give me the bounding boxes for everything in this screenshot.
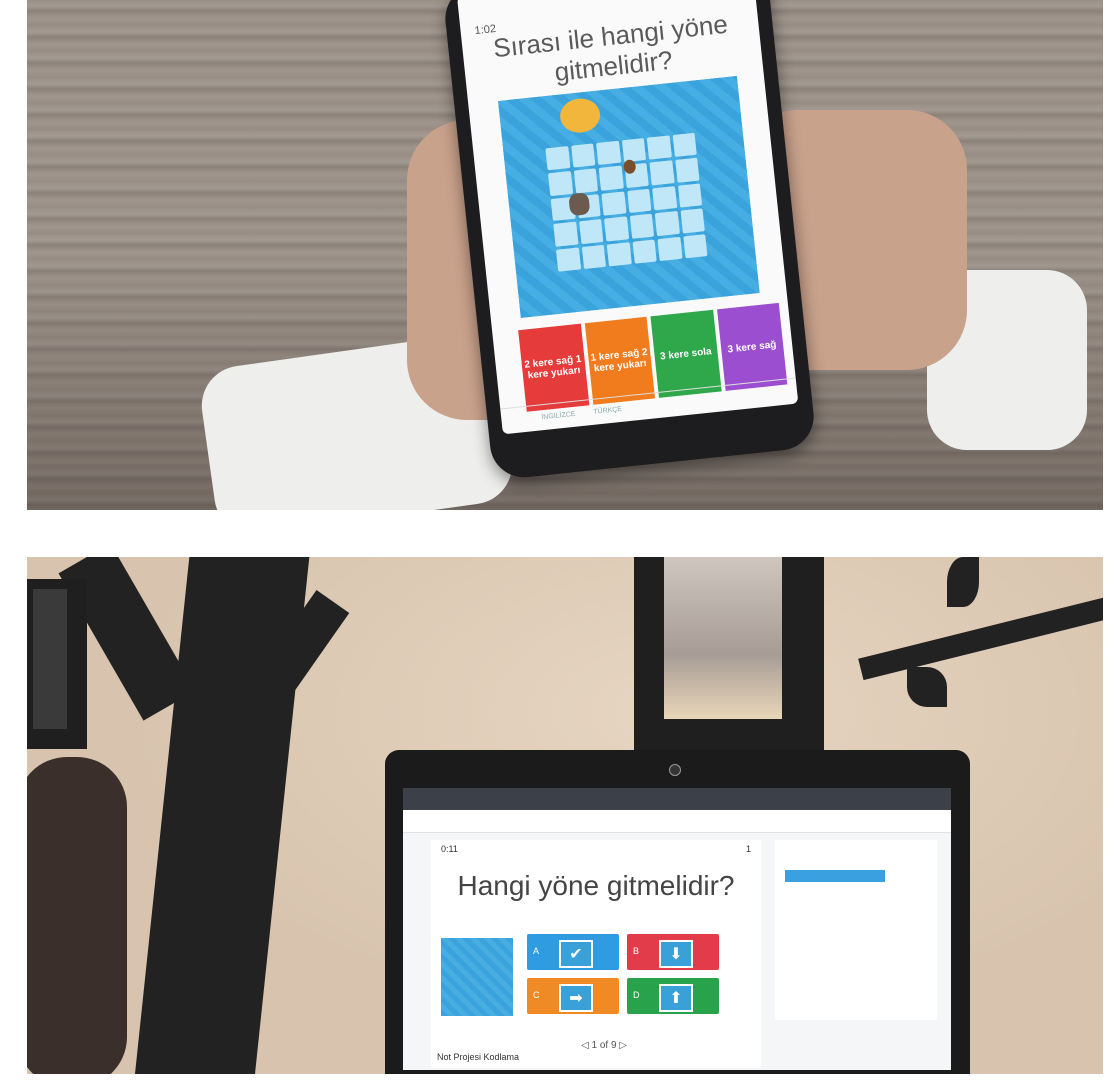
project-title: Not Projesi Kodlama [437, 1052, 520, 1062]
answer-letter: C [533, 990, 540, 1000]
squirrel-icon [568, 192, 591, 217]
answer-c[interactable]: C ➡ [527, 978, 619, 1014]
previous-icon[interactable]: ◁ [581, 1040, 589, 1051]
browser-tab-bar[interactable] [403, 788, 951, 810]
leaf-mural [907, 667, 947, 707]
game-board [498, 76, 760, 318]
check-icon: ✔ [559, 940, 593, 968]
question-title: Hangi yöne gitmelidir? [457, 870, 735, 901]
quiz-panel: 0:11 1 Hangi yöne gitmelidir? A ✔ B ⬇ C … [431, 840, 761, 1068]
language-option-turkish[interactable]: TÜRKÇE [593, 406, 622, 416]
photo-laptop-quiz: 0:11 1 Hangi yöne gitmelidir? A ✔ B ⬇ C … [27, 557, 1103, 1074]
template-option[interactable] [785, 888, 885, 900]
answer-letter: D [633, 990, 640, 1000]
template-option-selected[interactable] [785, 870, 885, 882]
answer-b[interactable]: B ⬇ [627, 934, 719, 970]
answer-b[interactable]: 1 kere sağ 2 kere yukarı [584, 316, 656, 405]
answer-a[interactable]: 2 kere sağ 1 kere yukarı [518, 323, 589, 412]
answer-letter: A [533, 946, 540, 956]
answer-d[interactable]: D ⬆ [627, 978, 719, 1014]
webcam [669, 764, 681, 776]
arrow-down-icon: ⬇ [659, 940, 693, 968]
template-option[interactable] [785, 936, 885, 948]
arrow-up-icon: ⬆ [659, 984, 693, 1012]
answer-c[interactable]: 3 kere sola [650, 309, 722, 398]
framed-photo [33, 589, 67, 729]
arrow-right-icon: ➡ [559, 984, 593, 1012]
laptop: 0:11 1 Hangi yöne gitmelidir? A ✔ B ⬇ C … [385, 750, 970, 1074]
pagination: ◁ 1 of 9 ▷ [581, 1040, 627, 1051]
leaf-mural [947, 557, 979, 607]
template-side-panel [775, 840, 937, 1020]
page-indicator: 1 of 9 [591, 1040, 617, 1051]
photo-phone-quiz: 1:02 Sırası ile hangi yöne gitmelidir? 2… [27, 0, 1103, 510]
site-navbar [403, 810, 951, 833]
answer-d[interactable]: 3 kere sağ [716, 302, 788, 391]
island-icon [558, 96, 602, 135]
game-board-thumbnail [441, 938, 513, 1016]
phone-screen: 1:02 Sırası ile hangi yöne gitmelidir? 2… [456, 0, 799, 435]
child-head [27, 757, 127, 1074]
answer-letter: B [633, 946, 640, 956]
photo-frame-left [27, 579, 87, 749]
template-option[interactable] [785, 904, 885, 916]
laptop-screen: 0:11 1 Hangi yöne gitmelidir? A ✔ B ⬇ C … [403, 788, 951, 1070]
language-option-english[interactable]: İNGİLİZCE [541, 411, 576, 422]
birthday-photo [664, 557, 782, 719]
score-count: 1 [745, 844, 751, 854]
answer-a[interactable]: A ✔ [527, 934, 619, 970]
timer: 0:11 [441, 844, 458, 854]
smartphone: 1:02 Sırası ile hangi yöne gitmelidir? 2… [442, 0, 817, 481]
template-option[interactable] [785, 920, 885, 932]
photo-frame-center [634, 557, 824, 751]
next-icon[interactable]: ▷ [619, 1040, 627, 1051]
